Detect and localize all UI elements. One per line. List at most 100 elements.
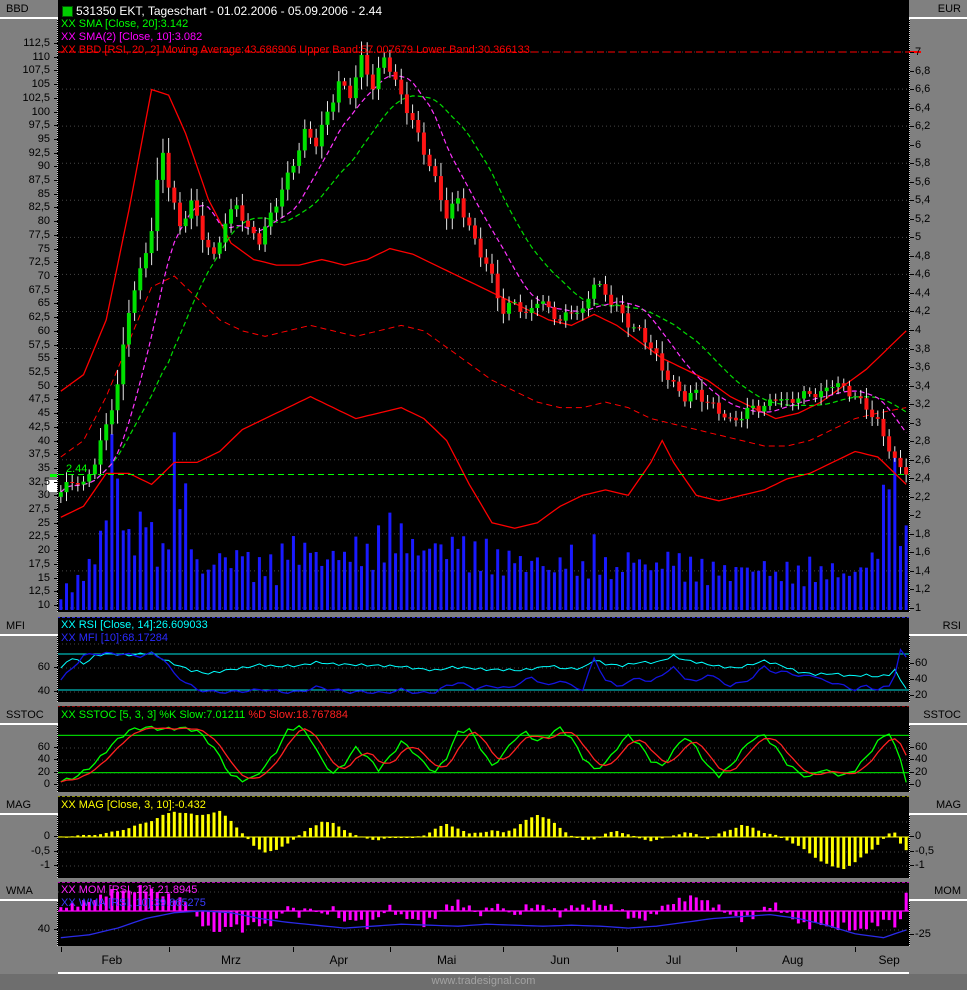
axis-tick	[910, 478, 914, 480]
axis-tick-label: 102,5	[22, 91, 50, 104]
axis-tick-label: 67,5	[28, 283, 50, 296]
axis-tick-label: 112,5	[23, 37, 50, 49]
axis-tick-label: -1	[915, 859, 925, 871]
axis-tick-label: 30	[37, 489, 50, 502]
axis-tick-label: 4,6	[915, 268, 931, 281]
axis-tick	[910, 385, 914, 387]
axis-tick-label: 45	[37, 407, 50, 420]
axis-tick	[54, 577, 58, 579]
axis-tick-label: 60	[37, 324, 50, 337]
axis-tick	[910, 865, 914, 866]
alert-level-marker	[50, 474, 57, 477]
main-price-chart[interactable]	[57, 0, 910, 612]
axis-tick	[54, 371, 58, 373]
axis-tick-label: 2,4	[915, 472, 931, 485]
axis-tick	[54, 495, 58, 497]
axis-tick	[910, 552, 914, 554]
axis-tick-label: 70	[37, 270, 50, 283]
panel-label-wma[interactable]: WMA	[0, 882, 58, 901]
panel-label-rsi[interactable]: RSI	[909, 617, 967, 636]
panel-label-sstoc-right[interactable]: SSTOC	[909, 706, 967, 725]
legend-sma10: XX SMA(2) [Close, 10]:3.082	[61, 31, 203, 43]
axis-tick	[54, 784, 58, 785]
axis-tick-label: 77,5	[28, 228, 50, 241]
axis-tick	[54, 440, 58, 442]
axis-tick	[910, 274, 914, 276]
panel-label-mfi[interactable]: MFI	[0, 617, 58, 636]
axis-tick-label: 60	[915, 657, 928, 669]
axis-tick	[54, 550, 58, 552]
month-label: Sep	[878, 953, 900, 967]
axis-tick	[54, 43, 58, 44]
axis-tick	[54, 772, 58, 773]
axis-tick-label: 105	[31, 78, 50, 91]
axis-tick	[54, 522, 58, 524]
axis-tick	[54, 111, 58, 113]
axis-tick	[54, 385, 58, 387]
legend-rsi: XX RSI [Close, 14]:26.609033	[61, 619, 208, 631]
price-alert-label: 2.44	[66, 463, 88, 475]
axis-tick	[910, 607, 914, 609]
axis-tick-label: 10	[37, 598, 50, 611]
axis-tick-label: 0	[915, 830, 922, 842]
axis-tick-label: 7	[915, 46, 922, 58]
axis-tick	[54, 399, 58, 401]
axis-tick-label: 1,6	[915, 546, 931, 559]
axis-tick-label: 2,6	[915, 453, 931, 466]
axis-tick-label: -25	[915, 928, 931, 940]
panel-label-mom[interactable]: MOM	[909, 882, 967, 901]
axis-tick	[910, 772, 914, 773]
axis-tick	[910, 851, 914, 852]
axis-tick-label: 65	[37, 297, 50, 310]
axis-tick-label: 4,8	[915, 249, 931, 262]
axis-tick	[910, 515, 914, 517]
axis-tick-label: 0	[43, 830, 50, 842]
axis-tick-label: 3,4	[915, 379, 931, 392]
panel-label-sstoc-left[interactable]: SSTOC	[0, 706, 58, 725]
axis-tick	[54, 84, 58, 86]
axis-tick-label: 3	[915, 416, 922, 429]
panel-label-mag-left[interactable]: MAG	[0, 796, 58, 815]
axis-tick	[910, 181, 914, 183]
axis-tick	[910, 747, 914, 748]
axis-tick-label: -1	[40, 859, 50, 871]
watermark: www.tradesignal.com	[0, 974, 967, 990]
panel-label-eur[interactable]: EUR	[909, 0, 967, 19]
time-axis[interactable]: Feb Mrz Apr Mai Jun Jul Aug Sep	[0, 946, 967, 972]
axis-tick	[54, 604, 58, 606]
axis-tick	[910, 934, 914, 935]
panel-label-mag-right[interactable]: MAG	[909, 796, 967, 815]
month-tick	[60, 947, 62, 952]
axis-tick	[54, 234, 58, 236]
axis-tick-label: 5,4	[915, 194, 931, 207]
axis-tick	[54, 929, 58, 930]
axis-tick	[54, 536, 58, 538]
month-tick	[616, 947, 618, 952]
panel-label-bbd[interactable]: BBD	[0, 0, 58, 19]
month-tick	[168, 947, 170, 952]
axis-tick	[910, 759, 914, 760]
chart-title: 531350 EKT, Tageschart - 01.02.2006 - 05…	[76, 4, 382, 18]
axis-tick-label: 5,2	[915, 212, 931, 225]
axis-tick-label: 1,4	[915, 564, 931, 577]
month-tick	[293, 947, 295, 952]
axis-tick	[54, 836, 58, 837]
axis-tick	[54, 262, 58, 264]
axis-tick	[910, 292, 914, 294]
axis-tick-label: 0	[43, 778, 50, 790]
legend-wma: XX WMA [RSI, 10]:39.865275	[61, 897, 206, 909]
legend-sstoc-d: %D Slow:18.767884	[248, 709, 348, 721]
axis-tick-label: 107,5	[22, 64, 50, 77]
axis-tick	[54, 125, 58, 127]
axis-tick	[54, 691, 58, 692]
axis-tick-label: 60	[915, 741, 928, 753]
axis-tick-label: 40	[37, 923, 50, 935]
axis-tick	[910, 144, 914, 146]
axis-tick	[910, 200, 914, 202]
axis-tick-label: 110	[32, 50, 50, 63]
axis-tick	[54, 509, 58, 511]
axis-tick-label: 52,5	[28, 365, 50, 378]
axis-tick-label: 15	[37, 571, 50, 584]
tradesignal-chart-window: BBD EUR MFI RSI SSTOC SSTOC MAG MAG WMA …	[0, 0, 967, 990]
axis-tick-label: 1,8	[915, 527, 931, 540]
